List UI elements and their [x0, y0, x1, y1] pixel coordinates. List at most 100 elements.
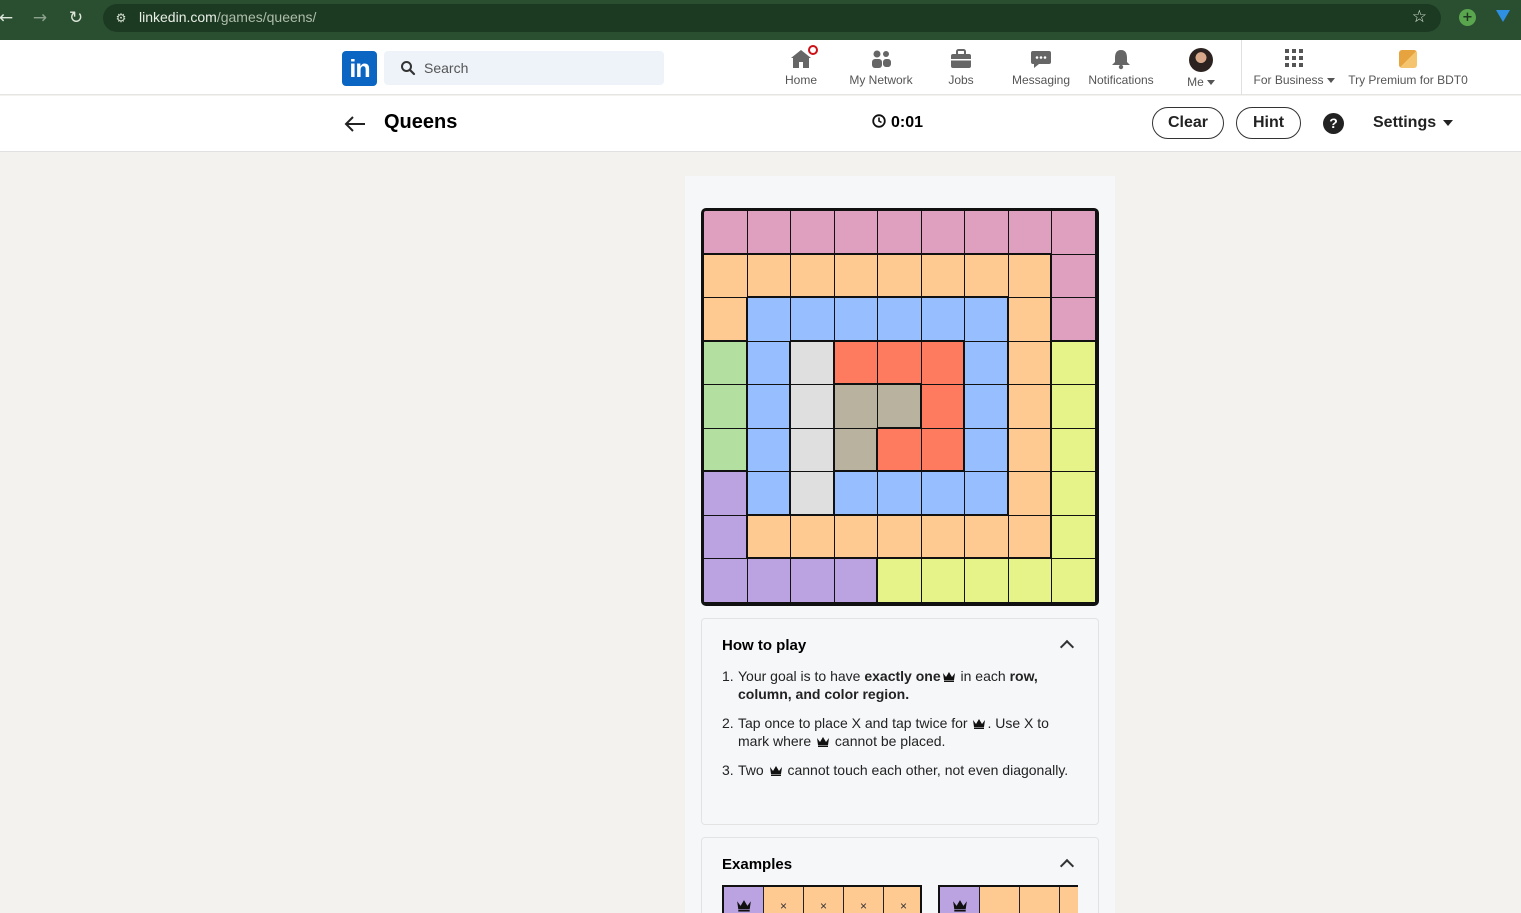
- board-cell[interactable]: [747, 211, 791, 253]
- board-cell[interactable]: [704, 428, 746, 471]
- nav-me[interactable]: Me: [1182, 48, 1220, 90]
- board-cell[interactable]: [921, 254, 965, 297]
- board-cell[interactable]: [1008, 559, 1052, 602]
- board-cell[interactable]: [965, 341, 1007, 385]
- board-cell[interactable]: [791, 211, 834, 253]
- board-cell[interactable]: [791, 385, 833, 428]
- board-cell[interactable]: [1008, 254, 1051, 298]
- board-cell[interactable]: [1008, 472, 1051, 515]
- board-cell[interactable]: [878, 559, 921, 602]
- board-cell[interactable]: [1052, 254, 1095, 298]
- board-cell[interactable]: [878, 254, 921, 297]
- board-cell[interactable]: [1052, 428, 1095, 472]
- queens-board[interactable]: [701, 208, 1099, 606]
- board-cell[interactable]: [1008, 515, 1051, 558]
- board-cell[interactable]: [878, 428, 921, 471]
- board-cell[interactable]: [1008, 298, 1051, 341]
- nav-jobs[interactable]: Jobs: [944, 48, 978, 90]
- board-cell[interactable]: [747, 428, 790, 472]
- board-cell[interactable]: [747, 298, 791, 341]
- board-cell[interactable]: [791, 341, 833, 385]
- board-cell[interactable]: [878, 211, 921, 253]
- board-cell[interactable]: [834, 211, 878, 253]
- hint-button[interactable]: Hint: [1236, 107, 1301, 139]
- board-cell[interactable]: [1052, 515, 1095, 559]
- board-cell[interactable]: [834, 298, 878, 340]
- board-cell[interactable]: [747, 254, 791, 297]
- board-cell[interactable]: [791, 298, 834, 340]
- search-input[interactable]: [424, 51, 654, 85]
- board-cell[interactable]: [704, 341, 746, 385]
- board-cell[interactable]: [834, 428, 877, 471]
- extension-plus-icon[interactable]: +: [1459, 9, 1476, 26]
- board-cell[interactable]: [1008, 341, 1051, 385]
- nav-messaging[interactable]: Messaging: [1010, 48, 1072, 90]
- board-cell[interactable]: [791, 515, 834, 558]
- board-cell[interactable]: [834, 515, 878, 558]
- bookmark-star-icon[interactable]: ☆: [1412, 7, 1427, 27]
- back-arrow-icon[interactable]: [343, 112, 367, 136]
- board-cell[interactable]: [1052, 341, 1095, 385]
- board-cell[interactable]: [965, 428, 1007, 472]
- settings-button[interactable]: Settings: [1373, 114, 1454, 132]
- board-cell[interactable]: [747, 341, 790, 385]
- board-cell[interactable]: [878, 385, 920, 427]
- site-settings-icon[interactable]: ⚙: [113, 10, 129, 26]
- board-cell[interactable]: [704, 298, 746, 340]
- reload-icon[interactable]: ↻: [64, 6, 88, 30]
- board-cell[interactable]: [878, 298, 921, 340]
- board-cell[interactable]: [834, 385, 878, 428]
- board-cell[interactable]: [1052, 211, 1095, 254]
- address-bar[interactable]: ⚙ linkedin.com/games/queens/ ☆: [103, 4, 1441, 32]
- board-cell[interactable]: [1052, 559, 1095, 602]
- nav-home[interactable]: Home: [779, 43, 823, 90]
- board-cell[interactable]: [791, 428, 833, 472]
- board-cell[interactable]: [921, 515, 965, 558]
- board-cell[interactable]: [965, 298, 1007, 341]
- board-cell[interactable]: [704, 515, 746, 559]
- board-cell[interactable]: [747, 472, 790, 514]
- board-cell[interactable]: [704, 472, 746, 515]
- board-cell[interactable]: [921, 211, 965, 253]
- board-cell[interactable]: [834, 559, 877, 602]
- board-cell[interactable]: [747, 559, 791, 602]
- board-cell[interactable]: [704, 211, 747, 253]
- linkedin-logo[interactable]: in: [342, 51, 377, 86]
- avatar[interactable]: [1189, 48, 1213, 72]
- board-cell[interactable]: [965, 211, 1008, 253]
- board-cell[interactable]: [965, 515, 1008, 558]
- nav-notifications[interactable]: Notifications: [1084, 48, 1158, 90]
- board-cell[interactable]: [878, 515, 921, 558]
- board-cell[interactable]: [791, 472, 833, 514]
- board-cell[interactable]: [1052, 298, 1095, 340]
- board-cell[interactable]: [704, 254, 747, 298]
- board-cell[interactable]: [965, 559, 1008, 602]
- board-cell[interactable]: [1008, 385, 1051, 428]
- board-cell[interactable]: [1008, 211, 1052, 253]
- board-cell[interactable]: [921, 298, 965, 340]
- chevron-up-icon[interactable]: [1059, 858, 1075, 874]
- nav-for-business[interactable]: For Business: [1252, 48, 1336, 90]
- board-cell[interactable]: [834, 472, 878, 514]
- search-box[interactable]: [384, 51, 664, 85]
- board-cell[interactable]: [704, 385, 746, 428]
- board-cell[interactable]: [878, 472, 921, 514]
- board-cell[interactable]: [965, 472, 1007, 514]
- board-cell[interactable]: [921, 385, 964, 428]
- board-cell[interactable]: [965, 254, 1008, 297]
- board-cell[interactable]: [1008, 428, 1051, 472]
- board-cell[interactable]: [704, 559, 747, 602]
- board-cell[interactable]: [878, 341, 921, 384]
- url-text[interactable]: linkedin.com/games/queens/: [139, 9, 316, 25]
- board-cell[interactable]: [921, 472, 965, 514]
- nav-try-premium[interactable]: Try Premium for BDT0: [1346, 48, 1470, 90]
- board-cell[interactable]: [747, 515, 791, 558]
- board-cell[interactable]: [791, 559, 834, 602]
- chevron-up-icon[interactable]: [1059, 639, 1075, 655]
- forward-arrow-icon[interactable]: →: [28, 6, 52, 30]
- nav-my-network[interactable]: My Network: [846, 48, 916, 90]
- help-icon[interactable]: ?: [1323, 113, 1344, 134]
- board-cell[interactable]: [834, 341, 878, 384]
- board-cell[interactable]: [1052, 472, 1095, 515]
- board-cell[interactable]: [747, 385, 790, 428]
